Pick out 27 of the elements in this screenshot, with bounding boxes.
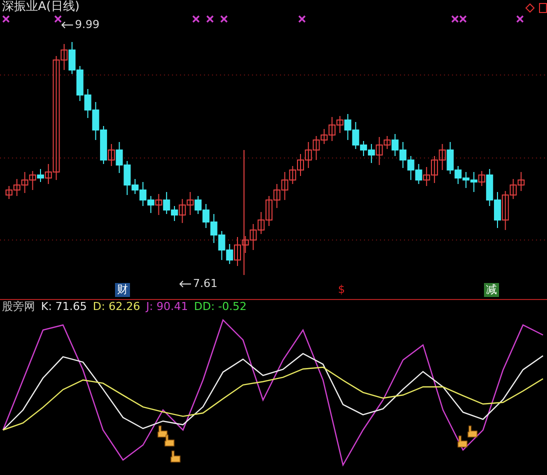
event-marker: 财 xyxy=(115,283,130,297)
event-marker: 减 xyxy=(484,283,499,297)
diamond-icon xyxy=(525,3,535,13)
hand-icon xyxy=(466,425,478,438)
arrow-icon xyxy=(178,280,192,288)
indicator-value: D: 62.26 xyxy=(92,300,140,313)
indicator-value: K: 71.65 xyxy=(41,300,87,313)
indicator-value: DD: -0.52 xyxy=(194,300,247,313)
signal-marker xyxy=(220,15,228,23)
chart-title: 深振业A(日线) xyxy=(2,0,80,13)
hand-icon xyxy=(169,450,181,463)
signal-marker xyxy=(192,15,200,23)
square-icon xyxy=(539,3,547,13)
hand-icon xyxy=(156,425,168,438)
hand-icon xyxy=(456,435,468,448)
signal-marker xyxy=(516,15,524,23)
arrow-icon xyxy=(60,20,74,28)
signal-marker xyxy=(298,15,306,23)
price-label: 7.61 xyxy=(193,277,218,290)
indicator-value: J: 90.41 xyxy=(146,300,188,313)
signal-marker xyxy=(2,15,10,23)
signal-marker xyxy=(206,15,214,23)
hand-icon xyxy=(163,434,175,447)
signal-marker xyxy=(54,15,62,23)
event-marker: $ xyxy=(337,283,346,297)
indicator-name: 股旁网 xyxy=(2,300,35,313)
price-label: 9.99 xyxy=(75,18,100,31)
